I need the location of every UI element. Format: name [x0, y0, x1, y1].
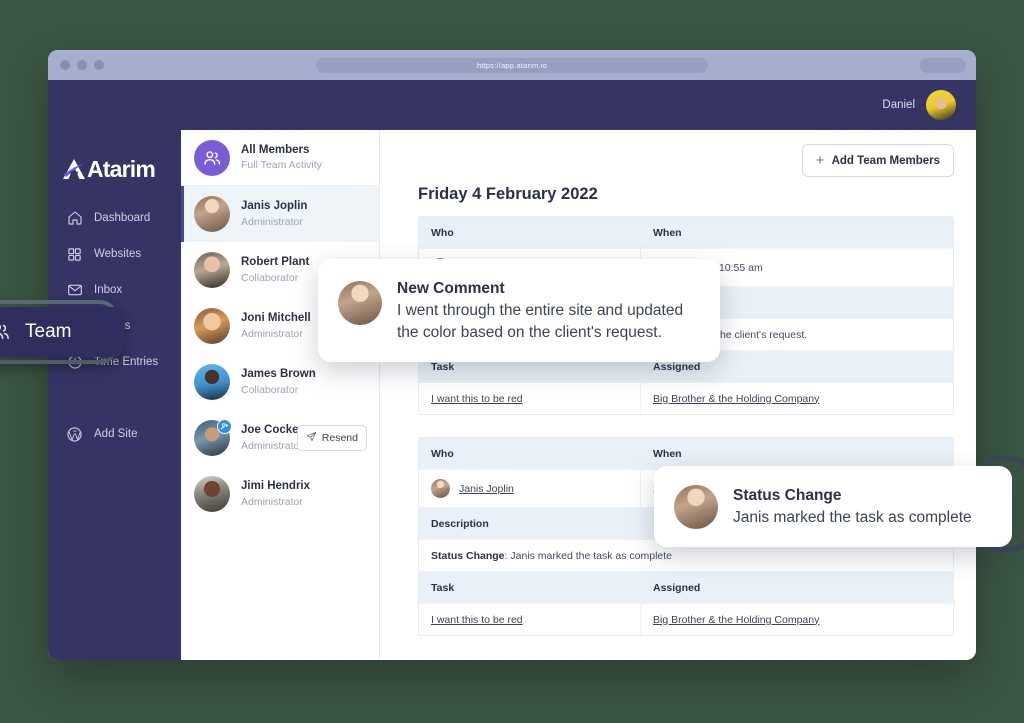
- list-item-subtitle: Administrator: [241, 495, 303, 508]
- url-text: https://app.atarim.io: [476, 60, 548, 70]
- popup-body-line-2: the color based on the client's request.: [397, 324, 662, 342]
- home-icon: [66, 210, 83, 227]
- wordpress-icon: [66, 426, 83, 443]
- user-name: Daniel: [882, 99, 915, 111]
- sidebar-item-label: Websites: [94, 248, 142, 260]
- avatar: [338, 281, 382, 325]
- invite-pending-badge-icon: [217, 419, 232, 434]
- add-team-members-label: Add Team Members: [831, 154, 940, 167]
- close-window-button[interactable]: [60, 60, 70, 70]
- sidebar: Atarim Dashboard Websites Inbox Time Ent…: [48, 130, 181, 660]
- avatar: [194, 308, 230, 344]
- table-row: I want this to be red Big Brother & the …: [419, 604, 953, 635]
- list-item-title: Janis Joplin: [241, 200, 308, 213]
- cell-task: I want this to be red: [419, 383, 641, 414]
- column-header-when: When: [653, 226, 682, 239]
- list-item-subtitle: Administrator: [241, 327, 303, 340]
- member-link[interactable]: Janis Joplin: [459, 483, 514, 495]
- task-link[interactable]: I want this to be red: [431, 393, 523, 405]
- list-item-member[interactable]: Jimi Hendrix Administrator: [181, 466, 379, 522]
- table-header-row: Task Assigned: [419, 572, 953, 604]
- list-item-member[interactable]: Janis Joplin Administrator: [181, 186, 379, 242]
- atarim-mark-icon: [63, 159, 85, 179]
- browser-toolbar-placeholder: [920, 57, 966, 73]
- sidebar-item-dashboard[interactable]: Dashboard: [48, 200, 181, 236]
- minimize-window-button[interactable]: [77, 60, 87, 70]
- avatar[interactable]: [926, 90, 956, 120]
- list-item-subtitle: Full Team Activity: [241, 159, 322, 172]
- cell-assigned: Big Brother & the Holding Company: [641, 604, 953, 635]
- table-header-row: Who When: [419, 217, 953, 249]
- people-icon: [194, 139, 230, 176]
- window-controls[interactable]: [60, 60, 104, 70]
- list-item-member[interactable]: Joe Cocker Administrator Resend: [181, 410, 379, 466]
- task-link[interactable]: I want this to be red: [431, 614, 523, 626]
- popup-title: New Comment: [397, 280, 505, 297]
- grid-icon: [66, 246, 83, 263]
- avatar: [194, 364, 230, 400]
- list-item-subtitle: Administrator: [241, 439, 303, 452]
- column-header-when: When: [653, 447, 682, 460]
- column-header-who: Who: [419, 438, 641, 469]
- sidebar-item-label: Add Site: [94, 428, 138, 440]
- cell-task: I want this to be red: [419, 604, 641, 635]
- avatar: [431, 479, 450, 498]
- column-header-who: Who: [419, 217, 641, 248]
- browser-titlebar: https://app.atarim.io: [48, 50, 976, 80]
- sidebar-item-websites[interactable]: Websites: [48, 236, 181, 272]
- popup-body-line-1: I went through the entire site and updat…: [397, 302, 684, 320]
- avatar: [194, 476, 230, 512]
- assigned-link[interactable]: Big Brother & the Holding Company: [653, 393, 819, 405]
- new-comment-popup: New Comment I went through the entire si…: [318, 259, 720, 363]
- sidebar-item-label: Dashboard: [94, 212, 151, 224]
- plus-icon: +: [815, 152, 825, 169]
- list-item-member[interactable]: James Brown Collaborator: [181, 354, 379, 410]
- envelope-icon: [66, 282, 83, 299]
- column-header-task: Task: [419, 572, 641, 603]
- avatar: [194, 196, 230, 232]
- list-item-title: Joni Mitchell: [241, 312, 311, 325]
- cell-assigned: Big Brother & the Holding Company: [641, 383, 953, 414]
- list-item-title: All Members: [241, 143, 310, 156]
- status-change-text: Janis marked the task as complete: [510, 549, 673, 562]
- app-logo-text: Atarim: [87, 155, 156, 182]
- avatar: [194, 252, 230, 288]
- sidebar-item-add-site[interactable]: Add Site: [48, 416, 181, 452]
- list-item-subtitle: Collaborator: [241, 383, 299, 396]
- status-change-label: Status Change: [431, 549, 505, 562]
- people-icon: [0, 320, 12, 344]
- app-logo[interactable]: Atarim: [48, 130, 181, 188]
- app-body: Atarim Dashboard Websites Inbox Time Ent…: [48, 130, 976, 660]
- members-list: All Members Full Team Activity Janis Jop…: [181, 130, 380, 660]
- add-team-members-button[interactable]: + Add Team Members: [801, 144, 954, 177]
- list-item-subtitle: Administrator: [241, 215, 303, 228]
- sidebar-item-team[interactable]: Team: [0, 307, 125, 357]
- main-toolbar: + Add Team Members: [801, 144, 954, 177]
- status-change-popup: Status Change Janis marked the task as c…: [654, 466, 1012, 548]
- app-header: Daniel: [48, 80, 976, 130]
- page-title: Friday 4 February 2022: [418, 185, 598, 203]
- list-item-title: James Brown: [241, 368, 316, 381]
- resend-label: Resend: [321, 432, 358, 444]
- assigned-link[interactable]: Big Brother & the Holding Company: [653, 614, 819, 626]
- list-item-subtitle: Collaborator: [241, 271, 299, 284]
- send-icon: [306, 431, 317, 445]
- maximize-window-button[interactable]: [94, 60, 104, 70]
- table-row: I want this to be red Big Brother & the …: [419, 383, 953, 414]
- column-header-assigned: Assigned: [653, 581, 701, 594]
- avatar: [674, 484, 718, 529]
- sidebar-item-label: Inbox: [94, 284, 123, 296]
- sidebar-item-label: Team: [25, 321, 72, 342]
- list-item-title: Robert Plant: [241, 256, 310, 269]
- url-bar[interactable]: https://app.atarim.io: [316, 57, 708, 73]
- popup-title: Status Change: [733, 487, 842, 504]
- list-item-title: Jimi Hendrix: [241, 480, 311, 493]
- list-item-title: Joe Cocker: [241, 424, 304, 437]
- resend-invite-button[interactable]: Resend: [296, 425, 367, 451]
- main-content: + Add Team Members Friday 4 February 202…: [380, 130, 976, 660]
- list-item-all-members[interactable]: All Members Full Team Activity: [181, 130, 379, 186]
- cell-who: Janis Joplin: [419, 470, 641, 507]
- popup-body: Janis marked the task as complete: [733, 509, 972, 527]
